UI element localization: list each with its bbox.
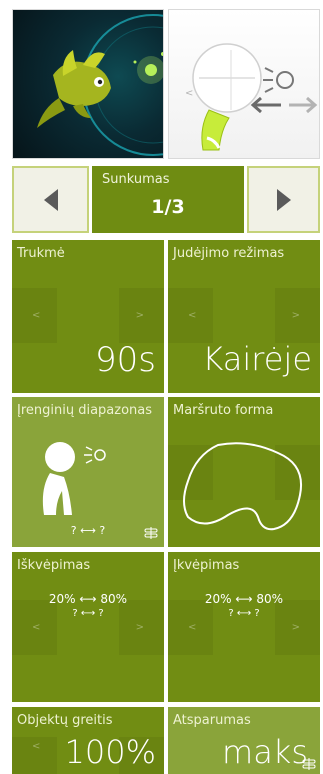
inhale-range: 20% ⟷ 80% [204,592,284,606]
movement-mode-label: Judėjimo režimas [173,246,285,261]
movement-mode-value: Kairėje [202,340,312,378]
movement-next-button[interactable]: > [292,310,300,321]
object-speed-label: Objektų greitis [17,713,113,728]
duration-tile[interactable]: Trukmė < > 90s [12,240,164,393]
speed-decrease-button[interactable]: < [32,741,40,752]
dragon-fish-character [37,50,111,128]
link-icon [302,758,316,770]
link-icon [144,527,158,539]
next-difficulty-button[interactable] [247,166,320,233]
device-range-values: ? ⟷ ? [70,524,106,537]
game-scene-illustration [37,14,163,156]
exhale-sub-range: ? ⟷ ? [72,608,104,619]
resistance-value: maks [222,733,308,771]
inhale-increase-button[interactable]: > [292,622,300,633]
object-speed-value: 100% [64,733,156,771]
duration-increase-button[interactable]: > [136,310,144,321]
svg-text:<: < [185,88,193,99]
object-speed-tile[interactable]: Objektų greitis < 100% [12,707,164,774]
resistance-label: Atsparumas [173,713,251,728]
patient-avatar-image[interactable]: < [168,9,320,159]
difficulty-panel: Sunkumas 1/3 [92,166,244,233]
device-range-tile[interactable]: Įrenginių diapazonas ? ⟷ ? [12,397,164,547]
inhale-label: Įkvėpimas [173,558,240,573]
exhale-increase-button[interactable]: > [136,622,144,633]
previous-difficulty-button[interactable] [12,166,89,233]
inhale-tile[interactable]: Įkvėpimas 20% ⟷ 80% ? ⟷ ? < > [168,552,320,702]
movement-previous-button[interactable]: < [188,310,196,321]
inhale-sub-range: ? ⟷ ? [228,608,260,619]
resistance-tile[interactable]: Atsparumas maks [168,707,320,774]
movement-mode-tile[interactable]: Judėjimo režimas < > Kairėje [168,240,320,393]
inhale-decrease-button[interactable]: < [188,622,196,633]
duration-decrease-button[interactable]: < [32,310,40,321]
exhale-tile[interactable]: Iškvėpimas 20% ⟷ 80% ? ⟷ ? < > [12,552,164,702]
breathing-avatar-illustration: < [185,43,318,151]
arrow-left-icon [43,188,58,211]
exhale-range: 20% ⟷ 80% [48,592,128,606]
game-preview-image[interactable] [12,9,164,159]
route-path-shape [183,442,302,531]
breathing-figure-icon [42,442,106,515]
breath-puff-icon [263,67,294,93]
exhale-decrease-button[interactable]: < [32,622,40,633]
route-shape-label: Maršruto forma [173,403,274,418]
duration-value: 90s [95,340,156,380]
exhale-label: Iškvėpimas [17,558,91,573]
difficulty-value: 1/3 [151,196,185,218]
difficulty-label: Sunkumas [102,172,170,187]
duration-label: Trukmė [17,246,65,261]
route-shape-tile[interactable]: Maršruto forma [168,397,320,547]
device-range-label: Įrenginių diapazonas [17,403,153,418]
arrow-right-icon [276,188,291,211]
